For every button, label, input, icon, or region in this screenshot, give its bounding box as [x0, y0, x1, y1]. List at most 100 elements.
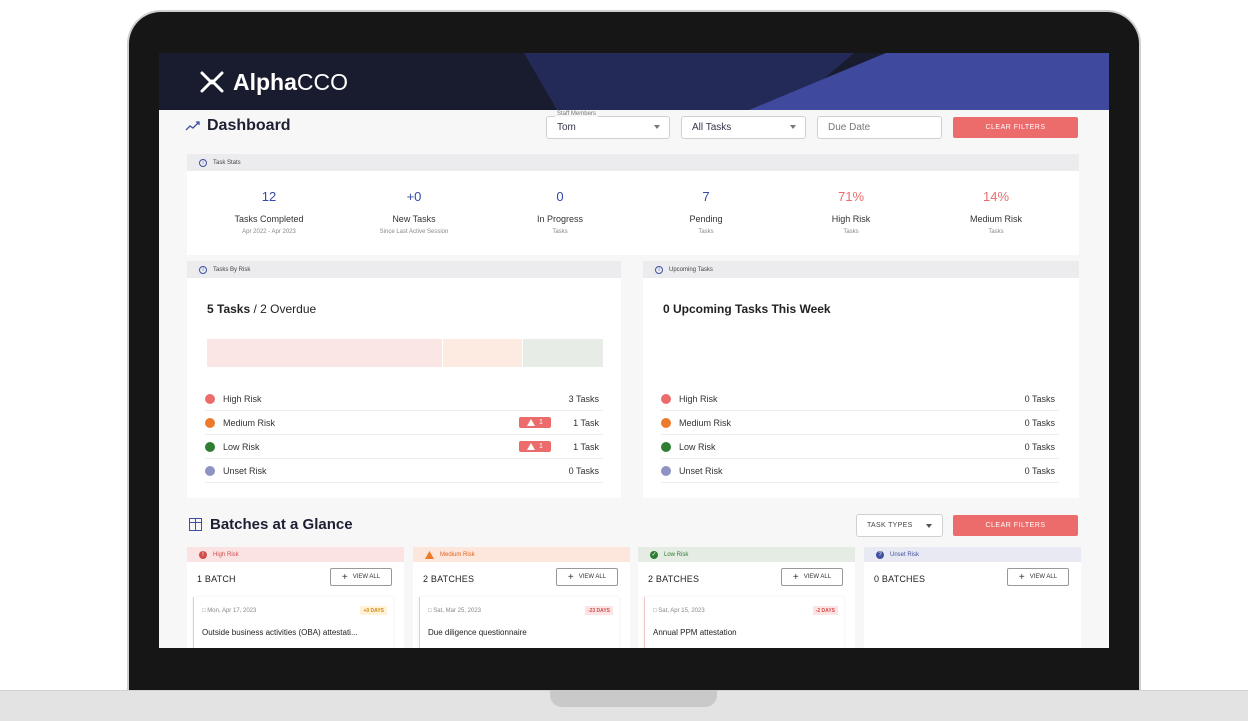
view-all-button[interactable]: + VIEW ALL: [330, 568, 392, 586]
stat-label: Medium Risk: [969, 214, 1022, 224]
upcoming-tasks-header: i Upcoming Tasks: [643, 261, 1079, 278]
view-all-label: VIEW ALL: [803, 574, 832, 580]
overdue-badge: 1: [519, 441, 551, 452]
logo-text: CCO: [296, 68, 349, 95]
task-types-label: TASK TYPES: [867, 522, 913, 529]
risk-count: 1 Task: [573, 417, 599, 428]
risk-count: 0 Tasks: [1024, 393, 1055, 404]
upcoming-tasks-title: Upcoming Tasks: [669, 266, 713, 273]
batches-title: Batches at a Glance: [189, 516, 353, 533]
risk-bar-medium: [443, 339, 522, 367]
upcoming-row-unset[interactable]: Unset Risk 0 Tasks: [661, 459, 1059, 483]
risk-row-low[interactable]: Low Risk 1 1 Task: [205, 435, 603, 459]
risk-row-medium[interactable]: Medium Risk 1 1 Task: [205, 411, 603, 435]
check-icon: ✓: [650, 550, 658, 559]
task-types-select[interactable]: TASK TYPES: [856, 514, 943, 537]
risk-bar-high: [207, 339, 442, 367]
chevron-down-icon: [654, 125, 660, 129]
app-logo[interactable]: Alpha CCO: [199, 67, 348, 97]
view-all-label: VIEW ALL: [578, 574, 607, 580]
unset-risk-dot: [661, 465, 671, 476]
task-name: Outside business activities (OBA) attest…: [202, 628, 358, 637]
task-card[interactable]: □ Sat, Mar 25, 2023 -23 DAYS Due diligen…: [419, 597, 619, 648]
task-date: □ Mon, Apr 17, 2023: [202, 608, 256, 614]
info-icon: i: [199, 265, 207, 274]
due-date-input[interactable]: Due Date: [817, 116, 942, 139]
page-title: Dashboard: [185, 117, 291, 135]
plus-icon: +: [567, 571, 574, 583]
laptop-notch: [550, 690, 717, 707]
stat-high-risk: 71% High Risk Tasks: [776, 189, 926, 235]
high-risk-dot: [205, 393, 215, 404]
view-all-button[interactable]: + VIEW ALL: [781, 568, 843, 586]
risk-count: 0 Tasks: [1024, 417, 1055, 428]
task-date-text: Sat, Mar 25, 2023: [433, 608, 481, 614]
low-risk-dot: [205, 441, 215, 452]
app-screen: Alpha CCO Dashboard Staff Members Tom All…: [159, 53, 1109, 648]
view-all-button[interactable]: + VIEW ALL: [556, 568, 618, 586]
stat-value: 7: [702, 189, 710, 204]
upcoming-row-high[interactable]: High Risk 0 Tasks: [661, 387, 1059, 411]
risk-label: Unset Risk: [679, 465, 723, 476]
clear-filters-button[interactable]: CLEAR FILTERS: [953, 117, 1078, 138]
help-icon: ?: [876, 550, 884, 559]
app-header: Alpha CCO: [159, 53, 1109, 110]
batch-column-header: ! High Risk: [187, 547, 404, 562]
risk-label: Medium Risk: [223, 417, 276, 428]
batch-column-title: Medium Risk: [440, 551, 475, 558]
task-stats-header: i Task Stats: [187, 154, 1079, 171]
stat-medium-risk: 14% Medium Risk Tasks: [921, 189, 1071, 235]
task-card[interactable]: □ Sat, Apr 15, 2023 -2 DAYS Annual PPM a…: [644, 597, 844, 648]
batch-count: 1 BATCH: [197, 574, 236, 584]
risk-row-high[interactable]: High Risk 3 Tasks: [205, 387, 603, 411]
stat-label: New Tasks: [392, 214, 436, 224]
warning-icon: [527, 443, 536, 450]
stat-value: +0: [406, 189, 422, 204]
task-date: □ Sat, Apr 15, 2023: [653, 608, 705, 614]
view-all-button[interactable]: + VIEW ALL: [1007, 568, 1069, 586]
task-filter-select[interactable]: All Tasks: [681, 116, 806, 139]
stat-label: In Progress: [536, 214, 584, 224]
stat-in-progress: 0 In Progress Tasks: [485, 189, 635, 235]
trend-icon: [185, 121, 200, 131]
batch-column-title: High Risk: [213, 551, 239, 558]
plus-icon: +: [341, 571, 348, 583]
batch-count: 0 BATCHES: [874, 574, 926, 584]
batch-column-body: 1 BATCH + VIEW ALL □ Mon, Apr 17, 2023 +0…: [187, 562, 404, 648]
stat-label: Tasks Completed: [234, 214, 304, 224]
batch-column-header: ✓ Low Risk: [638, 547, 855, 562]
batch-column-low: ✓ Low Risk 2 BATCHES + VIEW ALL □ Sat, Ap…: [638, 547, 855, 648]
medium-risk-dot: [661, 417, 671, 428]
overdue-count: 1: [539, 443, 543, 450]
staff-members-select[interactable]: Staff Members Tom: [546, 111, 670, 139]
batch-column-body: 2 BATCHES + VIEW ALL □ Sat, Apr 15, 2023 …: [638, 562, 855, 648]
days-tag: +0 DAYS: [360, 606, 387, 615]
batches-clear-filters-button[interactable]: CLEAR FILTERS: [953, 515, 1078, 536]
stat-sub: Apr 2022 - Apr 2023: [242, 229, 296, 235]
tasks-overdue: / 2 Overdue: [250, 302, 317, 316]
plus-icon: +: [1018, 571, 1025, 583]
batches-title-text: Batches at a Glance: [210, 516, 353, 533]
task-filter-value: All Tasks: [692, 122, 732, 133]
batch-column-title: Unset Risk: [890, 551, 920, 558]
upcoming-row-low[interactable]: Low Risk 0 Tasks: [661, 435, 1059, 459]
batch-column-header: Medium Risk: [413, 547, 630, 562]
risk-label: Low Risk: [223, 441, 260, 452]
days-tag: -23 DAYS: [584, 606, 613, 615]
chevron-down-icon: [926, 524, 932, 528]
batch-column-unset: ? Unset Risk 0 BATCHES + VIEW ALL: [864, 547, 1081, 648]
risk-label: High Risk: [679, 393, 718, 404]
high-risk-dot: [661, 393, 671, 404]
upcoming-row-medium[interactable]: Medium Risk 0 Tasks: [661, 411, 1059, 435]
task-card[interactable]: □ Mon, Apr 17, 2023 +0 DAYS Outside busi…: [193, 597, 393, 648]
stat-pending: 7 Pending Tasks: [631, 189, 781, 235]
upcoming-summary: 0 Upcoming Tasks This Week: [663, 302, 831, 316]
risk-row-unset[interactable]: Unset Risk 0 Tasks: [205, 459, 603, 483]
info-icon: i: [199, 158, 207, 167]
view-all-label: VIEW ALL: [1029, 574, 1058, 580]
batch-column-body: 2 BATCHES + VIEW ALL □ Sat, Mar 25, 2023 …: [413, 562, 630, 648]
task-date-text: Mon, Apr 17, 2023: [207, 608, 257, 614]
risk-label: High Risk: [223, 393, 262, 404]
tasks-by-risk-title: Tasks By Risk: [213, 266, 251, 273]
batch-column-header: ? Unset Risk: [864, 547, 1081, 562]
